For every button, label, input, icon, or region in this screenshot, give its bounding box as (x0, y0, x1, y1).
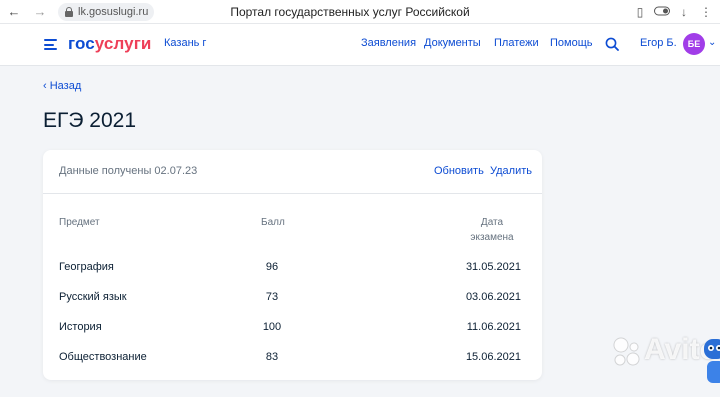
table-row: Обществознание 83 15.06.2021 (43, 342, 542, 372)
column-header-score: Балл (261, 217, 285, 228)
row-subject: Русский язык (59, 291, 127, 303)
column-header-date-line1: Дата (480, 217, 504, 228)
row-score: 100 (262, 321, 282, 333)
table-row: География 96 31.05.2021 (43, 252, 542, 282)
chevron-down-icon[interactable]: ⌄ (708, 37, 716, 48)
menu-icon[interactable] (44, 39, 57, 50)
delete-button[interactable]: Удалить (490, 165, 532, 177)
back-link[interactable]: ‹ Назад (43, 80, 81, 92)
avatar[interactable]: БЕ (683, 33, 705, 55)
refresh-button[interactable]: Обновить (434, 165, 484, 177)
user-name[interactable]: Егор Б. (640, 37, 677, 49)
row-score: 83 (265, 351, 279, 363)
gosuslugi-logo[interactable]: госуслуги (68, 34, 151, 54)
back-label: Назад (49, 80, 82, 92)
chevron-left-icon: ‹ (43, 80, 47, 92)
settings-toggle-icon[interactable] (654, 4, 670, 20)
browser-forward-icon[interactable]: → (32, 4, 48, 20)
nav-applications[interactable]: Заявления (361, 37, 416, 49)
page-title: ЕГЭ 2021 (43, 109, 137, 132)
column-header-subject: Предмет (59, 217, 100, 228)
site-header: госуслуги Казань г Заявления Документы П… (0, 24, 720, 66)
row-date: 11.06.2021 (466, 321, 521, 333)
row-score: 96 (265, 261, 279, 273)
browser-page-title: Портал государственных услуг Российской … (230, 5, 470, 43)
row-date: 31.05.2021 (465, 261, 521, 273)
city-selector[interactable]: Казань г (164, 37, 206, 49)
download-icon[interactable]: ↓ (676, 4, 692, 20)
nav-payments[interactable]: Платежи (494, 37, 539, 49)
column-header-date: Дата экзамена (463, 215, 521, 245)
avito-watermark: Avito (610, 325, 720, 397)
more-icon[interactable]: ⋮ (698, 4, 714, 20)
card-header: Данные получены 02.07.23 Обновить Удалит… (43, 150, 542, 194)
address-bar[interactable]: lk.gosuslugi.ru (58, 3, 154, 21)
address-bar-text: lk.gosuslugi.ru (78, 6, 149, 18)
lock-icon (65, 7, 73, 17)
row-subject: География (59, 261, 114, 273)
table-row: История 100 11.06.2021 (43, 312, 542, 342)
logo-part-1: гос (68, 34, 95, 53)
logo-part-2: услуги (94, 34, 152, 53)
table-row: Русский язык 73 03.06.2021 (43, 282, 542, 312)
robot-icon (704, 339, 720, 383)
row-date: 03.06.2021 (465, 291, 521, 303)
nav-help[interactable]: Помощь (550, 37, 593, 49)
nav-documents[interactable]: Документы (424, 37, 481, 49)
row-date: 15.06.2021 (465, 351, 521, 363)
row-score: 73 (265, 291, 279, 303)
browser-back-icon[interactable]: ← (6, 4, 22, 20)
column-header-date-line2: экзамена (470, 232, 514, 243)
avito-logo-icon (613, 337, 640, 366)
row-subject: История (59, 321, 102, 333)
row-subject: Обществознание (59, 351, 147, 363)
bookmark-icon[interactable]: ▯ (632, 4, 648, 20)
exam-results-card: Данные получены 02.07.23 Обновить Удалит… (43, 150, 542, 380)
received-date: Данные получены 02.07.23 (59, 165, 198, 177)
search-icon[interactable] (605, 37, 619, 51)
browser-toolbar: ← → lk.gosuslugi.ru Портал государственн… (0, 0, 720, 43)
